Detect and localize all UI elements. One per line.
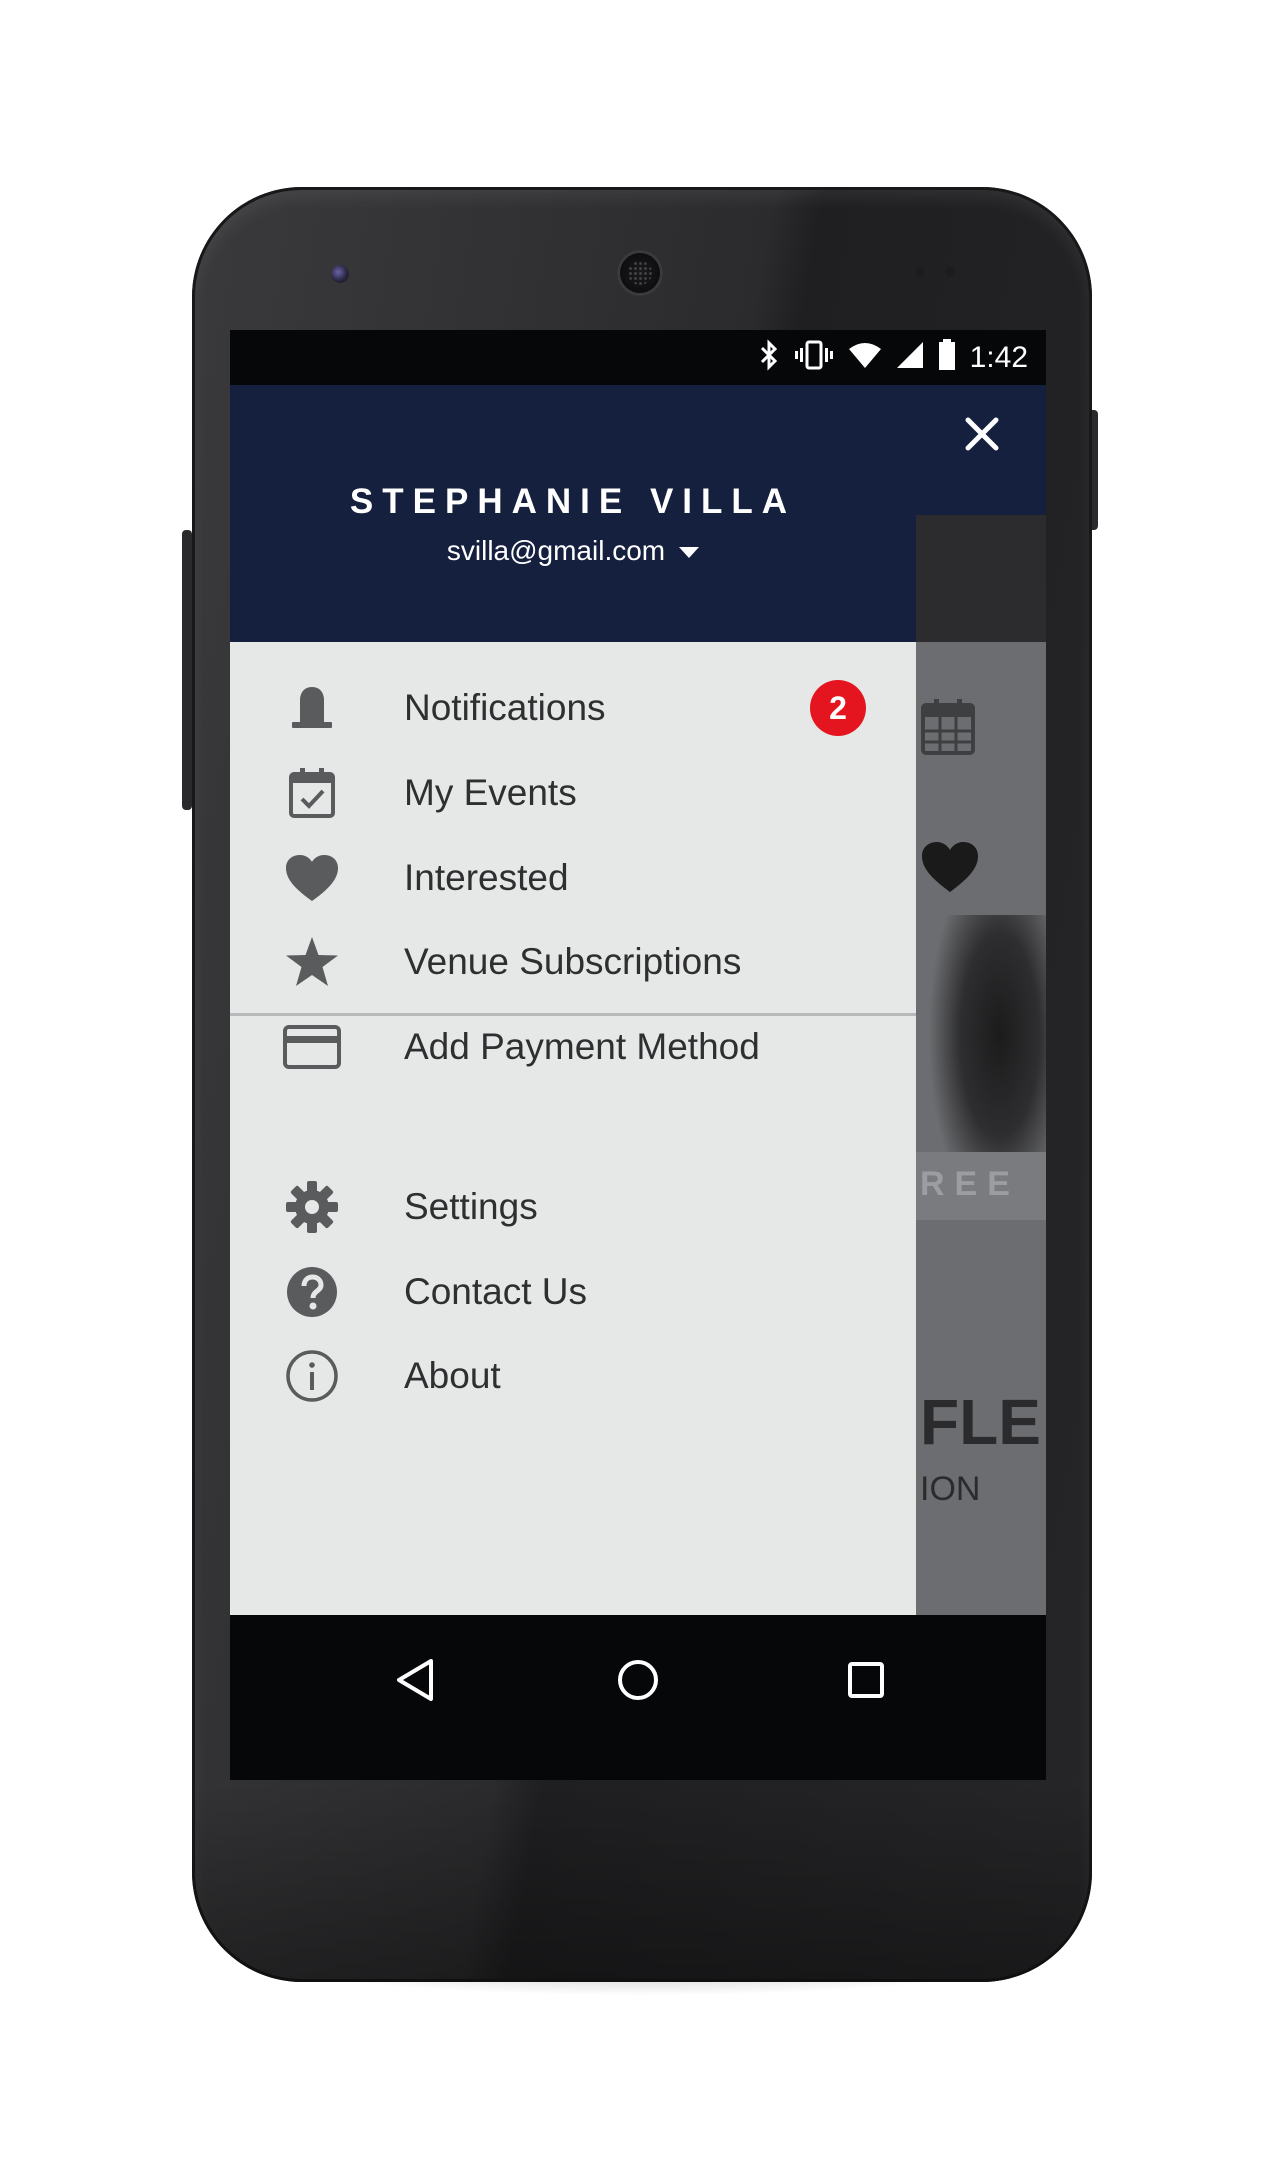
battery-icon <box>938 339 956 376</box>
recents-button[interactable] <box>831 1645 901 1715</box>
background-sub-text: ION <box>920 1470 981 1508</box>
calendar-icon <box>921 699 975 755</box>
close-icon <box>965 417 999 451</box>
help-icon <box>280 1260 344 1324</box>
cellular-signal-icon <box>896 341 924 374</box>
info-icon <box>280 1344 344 1408</box>
menu-item-label: My Events <box>404 772 577 813</box>
drawer-header: STEPHANIE VILLA svilla@gmail.com <box>230 385 916 642</box>
volume-button <box>182 530 192 810</box>
wifi-icon <box>848 341 882 374</box>
phone-screen: 1:42 REE FLE ION STEPHANIE VILLA svilla@… <box>230 330 1046 1780</box>
vibrate-icon <box>794 340 834 375</box>
bluetooth-icon <box>758 339 780 376</box>
account-switcher[interactable]: svilla@gmail.com <box>230 535 916 567</box>
notification-badge: 2 <box>810 680 866 736</box>
navigation-drawer: STEPHANIE VILLA svilla@gmail.com Notific… <box>230 385 916 1615</box>
bell-icon <box>280 676 344 740</box>
status-time: 1:42 <box>969 340 1028 374</box>
background-band-text: REE <box>920 1165 1020 1203</box>
user-email: svilla@gmail.com <box>446 535 666 566</box>
menu-item-label: About <box>404 1355 501 1396</box>
home-icon <box>618 1660 658 1700</box>
menu-item-label: Add Payment Method <box>404 1026 760 1067</box>
heart-icon <box>280 846 344 910</box>
heart-icon <box>922 842 978 892</box>
star-icon <box>280 930 344 994</box>
back-icon <box>397 1659 433 1701</box>
back-button[interactable] <box>380 1645 450 1715</box>
gear-icon <box>280 1175 344 1239</box>
background-logo-text: FLE <box>920 1386 1041 1458</box>
recents-icon <box>848 1662 884 1698</box>
menu-item-label: Contact Us <box>404 1271 588 1312</box>
menu-item-add-payment-method[interactable]: Add Payment Method <box>230 992 916 1102</box>
menu-item-label: Interested <box>404 857 569 898</box>
light-sensor <box>945 267 955 277</box>
user-name: STEPHANIE VILLA <box>349 482 797 521</box>
system-navigation-bar <box>230 1615 1046 1780</box>
home-button[interactable] <box>603 1645 673 1715</box>
status-bar: 1:42 <box>230 330 1046 385</box>
caret-down-icon[interactable] <box>679 547 700 559</box>
menu-item-label: Settings <box>404 1186 538 1227</box>
menu-item-label: Venue Subscriptions <box>404 941 742 982</box>
credit-card-icon <box>280 1015 344 1079</box>
menu-item-label: Notifications <box>404 687 606 728</box>
menu-divider <box>230 1013 916 1016</box>
front-camera <box>331 265 349 283</box>
proximity-sensor <box>915 267 925 277</box>
close-button[interactable] <box>958 410 1006 458</box>
calendar-check-icon <box>280 761 344 825</box>
menu-item-about[interactable]: About <box>230 1321 916 1431</box>
